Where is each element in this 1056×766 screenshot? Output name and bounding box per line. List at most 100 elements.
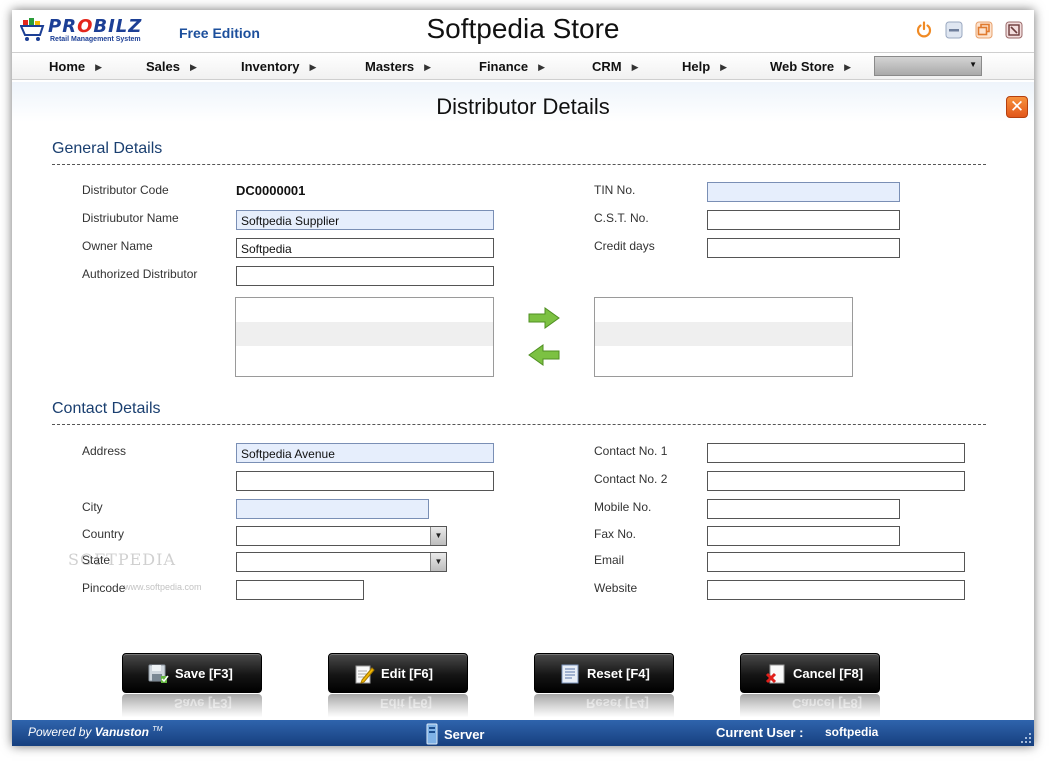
owner-name-input[interactable]: Softpedia <box>236 238 494 258</box>
logo-subtitle: Retail Management System <box>50 36 141 43</box>
selected-list[interactable] <box>594 297 853 377</box>
chevron-right-icon: ▶ <box>189 62 197 72</box>
address-line1-input[interactable]: Softpedia Avenue <box>236 443 494 463</box>
fax-label: Fax No. <box>594 527 637 541</box>
page-title: Distributor Details <box>436 94 610 119</box>
cst-label: C.S.T. No. <box>594 211 649 225</box>
list-item[interactable] <box>236 322 493 346</box>
list-item[interactable] <box>236 346 493 370</box>
chevron-right-icon: ▶ <box>538 62 546 72</box>
menu-sales[interactable]: Sales ▶ <box>146 59 197 74</box>
list-item[interactable] <box>595 346 852 370</box>
authorized-distributor-label: Authorized Distributor <box>82 267 198 281</box>
reset-button-label: Reset [F4] <box>587 666 650 681</box>
power-icon[interactable] <box>915 21 933 39</box>
general-details-title: General Details <box>52 140 163 157</box>
city-label: City <box>82 500 103 514</box>
edit-button-reflection: Edit [F6] <box>328 694 468 720</box>
distributor-code-label: Distributor Code <box>82 183 169 197</box>
cancel-button-label: Cancel [F8] <box>793 666 864 681</box>
server-icon <box>426 723 438 745</box>
country-select[interactable]: ▼ <box>236 526 447 546</box>
close-icon[interactable] <box>1005 21 1023 39</box>
tin-label: TIN No. <box>594 183 636 197</box>
restore-icon[interactable] <box>975 21 993 39</box>
pincode-input[interactable] <box>236 580 364 600</box>
edit-button[interactable]: Edit [F6] <box>328 653 468 693</box>
edit-button-label: Edit [F6] <box>381 666 433 681</box>
city-input[interactable] <box>236 499 429 519</box>
menu-help[interactable]: Help ▶ <box>682 59 727 74</box>
address-line2-input[interactable] <box>236 471 494 491</box>
menu-crm[interactable]: CRM ▶ <box>592 59 639 74</box>
minimize-icon[interactable] <box>945 21 963 39</box>
close-page-button[interactable]: ✕ <box>1006 96 1028 118</box>
save-button-label: Save [F3] <box>175 666 233 681</box>
document-icon <box>561 664 579 684</box>
powered-by-label: Powered by Vanuston TM <box>28 725 163 739</box>
shopping-cart-icon <box>20 18 45 41</box>
menu-masters[interactable]: Masters ▶ <box>365 59 431 74</box>
distributor-code-value: DC0000001 <box>236 183 306 198</box>
status-bar: Powered by Vanuston TM Server Current Us… <box>12 720 1034 746</box>
mobile-label: Mobile No. <box>594 500 652 514</box>
server-label: Server <box>444 727 485 742</box>
available-list[interactable] <box>235 297 494 377</box>
list-item[interactable] <box>236 298 493 322</box>
section-divider <box>52 164 986 165</box>
current-user-label: Current User : <box>716 725 804 740</box>
country-label: Country <box>82 527 125 541</box>
contact1-label: Contact No. 1 <box>594 444 668 458</box>
mobile-input[interactable] <box>707 499 900 519</box>
chevron-right-icon: ▶ <box>95 62 103 72</box>
softpedia-watermark: SOFTPEDIA <box>68 550 176 569</box>
edit-icon <box>355 665 375 684</box>
website-input[interactable] <box>707 580 965 600</box>
chevron-right-icon: ▶ <box>720 62 728 72</box>
chevron-right-icon: ▶ <box>424 62 432 72</box>
menu-inventory[interactable]: Inventory ▶ <box>241 59 316 74</box>
tin-input[interactable] <box>707 182 900 202</box>
section-divider <box>52 424 986 425</box>
cancel-button[interactable]: Cancel [F8] <box>740 653 880 693</box>
address-label: Address <box>82 444 127 458</box>
chevron-right-icon: ▶ <box>631 62 639 72</box>
arrow-left-icon[interactable] <box>527 344 561 366</box>
distributor-name-input[interactable]: Softpedia Supplier <box>236 210 494 230</box>
distributor-details-panel: Distributor Details ✕ General Details Di… <box>12 82 1034 720</box>
resize-grip-icon[interactable] <box>1020 732 1032 744</box>
state-select[interactable]: ▼ <box>236 552 447 572</box>
cancel-icon <box>765 664 785 684</box>
fax-input[interactable] <box>707 526 900 546</box>
app-title: Softpedia Store <box>426 13 620 44</box>
menu-web-store[interactable]: Web Store ▶ <box>770 59 851 74</box>
title-bar: PROBILZ Retail Management System Free Ed… <box>12 10 1034 48</box>
save-button[interactable]: Save [F3] <box>122 653 262 693</box>
reset-button[interactable]: Reset [F4] <box>534 653 674 693</box>
save-button-reflection: Save [F3] <box>122 694 262 720</box>
save-icon <box>148 664 169 683</box>
contact2-label: Contact No. 2 <box>594 472 668 486</box>
chevron-down-icon: ▼ <box>969 60 977 69</box>
website-label: Website <box>594 581 638 595</box>
email-input[interactable] <box>707 552 965 572</box>
menu-home[interactable]: Home ▶ <box>49 59 102 74</box>
list-item[interactable] <box>595 322 852 346</box>
menu-finance[interactable]: Finance ▶ <box>479 59 545 74</box>
contact2-input[interactable] <box>707 471 965 491</box>
authorized-distributor-input[interactable] <box>236 266 494 286</box>
arrow-right-icon[interactable] <box>527 307 561 329</box>
menu-dropdown[interactable]: ▼ <box>874 56 982 76</box>
current-user-value: softpedia <box>825 725 879 739</box>
cst-input[interactable] <box>707 210 900 230</box>
chevron-right-icon: ▶ <box>309 62 317 72</box>
softpedia-watermark-url: www.softpedia.com <box>124 582 202 592</box>
list-item[interactable] <box>595 298 852 322</box>
credit-days-label: Credit days <box>594 239 655 253</box>
contact1-input[interactable] <box>707 443 965 463</box>
contact-details-title: Contact Details <box>52 400 161 417</box>
credit-days-input[interactable] <box>707 238 900 258</box>
reset-button-reflection: Reset [F4] <box>534 694 674 720</box>
cancel-button-reflection: Cancel [F8] <box>740 694 880 720</box>
chevron-down-icon: ▼ <box>430 527 446 545</box>
